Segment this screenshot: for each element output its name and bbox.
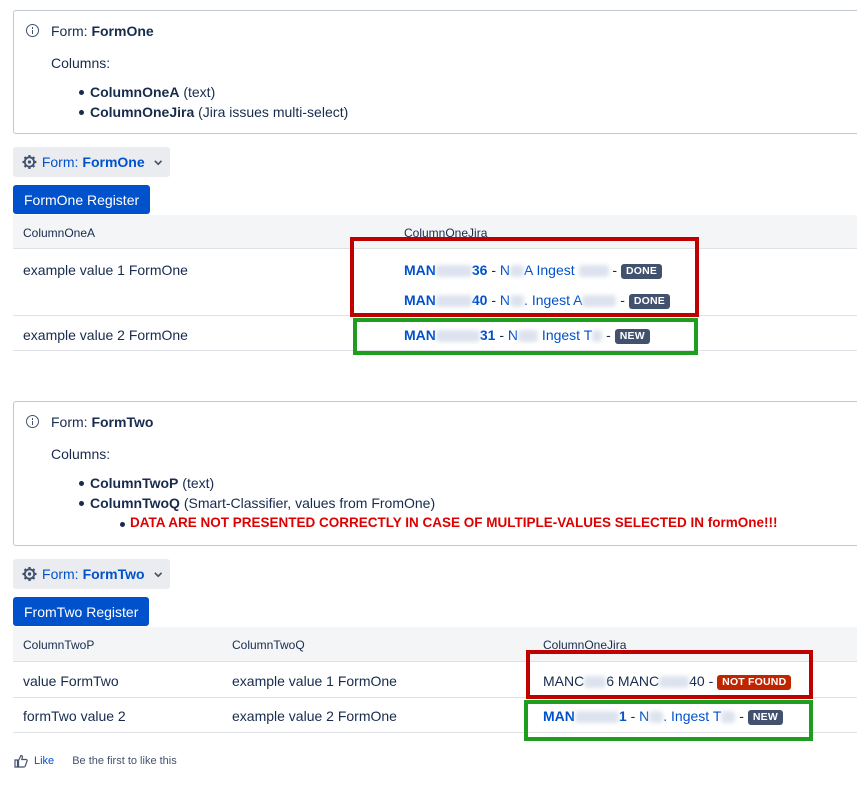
columns-label: Columns: <box>51 446 110 462</box>
warning-text: DATA ARE NOT PRESENTED CORRECTLY IN CASE… <box>130 515 778 530</box>
bullet-dot <box>120 522 125 527</box>
column-item: ColumnOneJira (Jira issues multi-select) <box>90 102 348 122</box>
selector-label: Form:FormTwo <box>42 566 145 582</box>
thumbs-up-icon[interactable] <box>14 754 28 768</box>
column-list: ColumnOneA (text) ColumnOneJira (Jira is… <box>90 82 348 122</box>
column-header: ColumnTwoQ <box>232 638 305 652</box>
table-cell: example value 1 FormOne <box>232 673 397 689</box>
highlight-red-box <box>526 650 813 699</box>
gear-icon <box>22 566 37 582</box>
highlight-red-box <box>350 237 699 317</box>
columns-label: Columns: <box>51 55 110 71</box>
table-cell: formTwo value 2 <box>23 708 126 724</box>
chevron-down-icon <box>154 158 162 167</box>
info-panel-formtwo: Form: FormTwo Columns: ColumnTwoP (text)… <box>13 401 857 546</box>
column-item: ColumnTwoQ (Smart-Classifier, values fro… <box>90 493 435 513</box>
gear-icon <box>22 154 37 170</box>
column-list: ColumnTwoP (text) ColumnTwoQ (Smart-Clas… <box>90 473 435 513</box>
formone-register-button[interactable]: FormOne Register <box>13 185 150 214</box>
highlight-green-box <box>353 318 698 355</box>
table-cell: value FormTwo <box>23 673 119 689</box>
formtwo-register-button[interactable]: FromTwo Register <box>13 597 149 626</box>
info-icon <box>26 24 39 37</box>
highlight-green-box <box>524 700 813 741</box>
table-cell: example value 1 FormOne <box>23 262 188 278</box>
column-header: ColumnOneA <box>23 226 95 240</box>
chevron-down-icon <box>154 570 162 579</box>
form-selector-formone[interactable]: Form:FormOne <box>13 147 170 177</box>
panel-form-title: Form: FormTwo <box>51 414 153 430</box>
info-icon <box>26 415 39 428</box>
like-row: Like Be the first to like this <box>14 754 177 768</box>
like-link[interactable]: Like <box>34 755 54 767</box>
table-cell: example value 2 FormOne <box>23 327 188 343</box>
form-selector-formtwo[interactable]: Form:FormTwo <box>13 559 170 589</box>
column-item: ColumnTwoP (text) <box>90 473 435 493</box>
column-header: ColumnTwoP <box>23 638 94 652</box>
table-cell: example value 2 FormOne <box>232 708 397 724</box>
selector-label: Form:FormOne <box>42 154 145 170</box>
info-panel-formone: Form: FormOne Columns: ColumnOneA (text)… <box>13 10 857 134</box>
column-item: ColumnOneA (text) <box>90 82 348 102</box>
like-status: Be the first to like this <box>72 755 177 767</box>
panel-form-title: Form: FormOne <box>51 23 154 39</box>
